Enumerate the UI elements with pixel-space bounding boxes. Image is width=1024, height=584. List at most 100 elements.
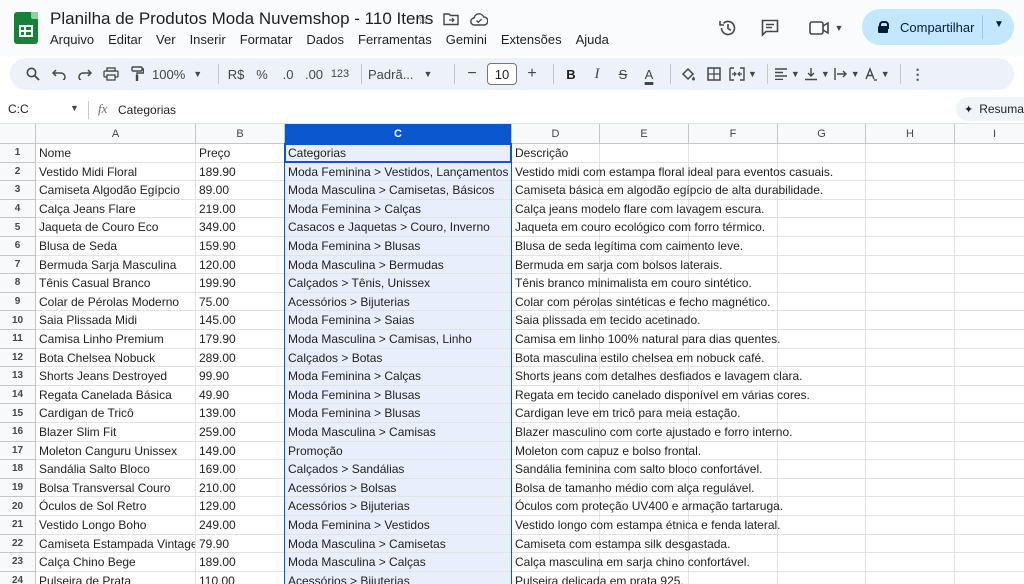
table-cell[interactable] [866,181,955,200]
table-cell[interactable] [866,218,955,237]
table-cell[interactable]: Moda Masculina > Camisetas, Básicos [285,181,512,200]
table-cell[interactable]: 75.00 [196,292,285,312]
table-cell[interactable]: Colar de Pérolas Moderno [36,292,196,312]
menu-dados[interactable]: Dados [306,32,344,47]
formula-input[interactable]: Categorias [118,103,176,117]
print-icon[interactable] [100,62,122,86]
row-header[interactable]: 11 [0,330,36,349]
row-header[interactable]: 6 [0,237,36,256]
table-cell[interactable]: Moda Masculina > Bermudas [285,255,512,275]
table-cell[interactable]: Calça jeans modelo flare com lavagem esc… [512,199,764,219]
table-cell[interactable] [866,367,955,386]
table-cell[interactable]: Colar com pérolas sintéticas e fecho mag… [512,292,770,312]
row-header[interactable]: 14 [0,385,36,405]
row-header[interactable]: 4 [0,199,36,219]
table-cell[interactable] [866,497,955,516]
version-history-icon[interactable] [716,16,740,40]
table-cell[interactable] [955,181,1024,200]
table-cell[interactable] [955,274,1024,293]
table-cell[interactable]: Pulseira delicada em prata 925. [512,571,684,584]
row-header[interactable]: 21 [0,516,36,535]
table-cell[interactable] [955,572,1024,584]
row-header[interactable]: 7 [0,255,36,275]
table-cell[interactable]: Calça Chino Bege [36,553,196,572]
header-cell[interactable] [955,144,1024,163]
row-header[interactable]: 2 [0,162,36,182]
zoom-select[interactable]: 100% ▼ [152,62,208,86]
table-cell[interactable]: Sandália feminina com salto bloco confor… [512,460,762,479]
decrease-font-size-button[interactable]: − [461,62,483,86]
table-cell[interactable]: Sandália Salto Bloco [36,460,196,479]
table-cell[interactable] [778,571,866,584]
table-cell[interactable]: Moda Feminina > Vestidos [285,516,512,535]
table-cell[interactable] [866,292,955,312]
menu-ajuda[interactable]: Ajuda [576,32,609,47]
row-header[interactable]: 18 [0,460,36,479]
table-cell[interactable]: 179.90 [196,330,285,349]
table-cell[interactable] [778,497,866,516]
table-cell[interactable]: Tênis Casual Branco [36,274,196,293]
row-header[interactable]: 24 [0,571,36,584]
table-cell[interactable] [778,330,866,349]
table-cell[interactable] [866,441,955,461]
increase-font-size-button[interactable]: + [521,62,543,86]
row-header[interactable]: 9 [0,292,36,312]
menu-extensoes[interactable]: Extensões [501,32,562,47]
table-cell[interactable]: 189.90 [196,162,285,182]
table-cell[interactable] [778,237,866,256]
table-cell[interactable]: Camiseta básica em algodão egípcio de al… [512,181,823,200]
table-cell[interactable] [866,423,955,442]
table-cell[interactable]: Saia plissada em tecido acetinado. [512,311,700,330]
table-cell[interactable]: 120.00 [196,255,285,275]
bold-button[interactable]: B [560,62,582,86]
row-header[interactable]: 3 [0,181,36,200]
table-cell[interactable]: Regata em tecido canelado disponível em … [512,385,810,405]
table-cell[interactable]: Acessórios > Bolsas [285,478,512,498]
row-header[interactable]: 19 [0,478,36,498]
table-cell[interactable]: Casacos e Jaquetas > Couro, Inverno [285,218,512,237]
table-cell[interactable]: Calça Jeans Flare [36,199,196,219]
table-cell[interactable] [955,460,1024,479]
row-header[interactable]: 22 [0,534,36,554]
table-cell[interactable] [778,404,866,423]
table-cell[interactable] [866,385,955,405]
redo-icon[interactable] [74,62,96,86]
table-cell[interactable]: 145.00 [196,311,285,330]
column-header-a[interactable]: A [36,124,196,144]
table-cell[interactable]: Moleton Canguru Unissex [36,441,196,461]
table-cell[interactable]: Bolsa Transversal Couro [36,478,196,498]
header-cell[interactable] [778,144,866,163]
share-chevron-down-icon[interactable]: ▼ [994,19,1004,30]
table-cell[interactable]: 129.00 [196,497,285,516]
table-cell[interactable] [866,348,955,368]
more-options-icon[interactable]: ⋮ [907,62,929,86]
table-cell[interactable]: Moleton com capuz e bolso frontal. [512,441,701,461]
star-icon[interactable]: ☆ [414,10,432,28]
text-rotation-icon[interactable]: ▼ [864,62,890,86]
name-box-chevron-down-icon[interactable]: ▼ [70,103,79,113]
merge-cells-icon[interactable]: ▼ [729,62,757,86]
column-header-d[interactable]: D [512,124,600,144]
comments-icon[interactable] [758,16,782,40]
table-cell[interactable] [955,256,1024,275]
menu-arquivo[interactable]: Arquivo [50,32,94,47]
table-cell[interactable]: 249.00 [196,516,285,535]
paint-format-icon[interactable] [126,62,148,86]
row-header[interactable]: 8 [0,274,36,293]
header-cell[interactable]: Preço [196,144,285,163]
table-cell[interactable]: Saia Plissada Midi [36,311,196,330]
table-cell[interactable] [778,516,866,535]
table-cell[interactable] [955,535,1024,554]
table-cell[interactable] [778,255,866,275]
move-folder-icon[interactable] [442,10,460,28]
table-cell[interactable]: Acessórios > Bijuterias [285,497,512,516]
row-header[interactable]: 15 [0,404,36,423]
menu-ferramentas[interactable]: Ferramentas [358,32,432,47]
row-header[interactable]: 23 [0,553,36,572]
table-cell[interactable]: Calçados > Botas [285,348,512,368]
table-cell[interactable] [778,478,866,498]
meet-chevron-down-icon[interactable]: ▼ [835,23,844,33]
text-wrap-icon[interactable]: ▼ [834,62,860,86]
table-cell[interactable]: Moda Feminina > Calças [285,199,512,219]
table-cell[interactable]: 210.00 [196,478,285,498]
